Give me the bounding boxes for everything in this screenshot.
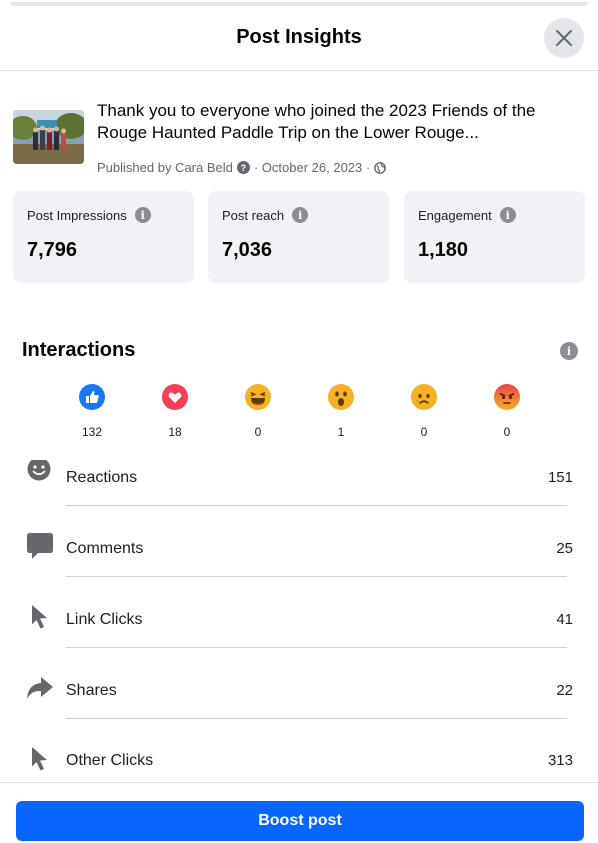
reaction-count: 18 xyxy=(168,425,182,439)
cursor-icon xyxy=(32,747,47,771)
row-label: Other Clicks xyxy=(66,752,154,769)
reaction-sad: 0 xyxy=(409,384,439,439)
reaction-wow: 1 xyxy=(326,384,356,439)
metric-card-impressions: Post Impressions i 7,796 xyxy=(13,191,194,283)
cursor-icon xyxy=(32,605,47,629)
wow-icon xyxy=(328,384,354,410)
row-label: Shares xyxy=(66,682,117,699)
row-label: Link Clicks xyxy=(66,611,143,628)
dialog-header: Post Insights xyxy=(0,6,598,71)
metric-value: 1,180 xyxy=(418,239,469,261)
dialog-title: Post Insights xyxy=(236,26,362,48)
row-value: 25 xyxy=(556,540,573,557)
post-thumbnail xyxy=(13,110,84,164)
divider xyxy=(66,505,567,506)
reaction-count: 0 xyxy=(254,425,262,439)
close-icon xyxy=(556,30,572,46)
metric-label: Engagement xyxy=(418,207,492,223)
love-icon xyxy=(162,384,188,410)
post-text: Thank you to everyone who joined the 202… xyxy=(97,101,536,142)
row-shares: Shares 22 xyxy=(0,653,598,723)
row-value: 22 xyxy=(556,682,573,699)
post-author: Published by Cara Beld xyxy=(97,160,233,175)
reaction-like: 132 xyxy=(77,384,107,439)
question-icon[interactable]: ? xyxy=(236,161,250,174)
info-icon[interactable]: i xyxy=(499,207,516,223)
row-comments: Comments 25 xyxy=(0,511,598,581)
metric-value: 7,796 xyxy=(27,239,78,261)
divider xyxy=(66,718,567,719)
like-icon xyxy=(79,384,105,410)
reaction-haha: 0 xyxy=(243,384,273,439)
info-icon[interactable]: i xyxy=(560,342,578,360)
info-icon[interactable]: i xyxy=(134,207,151,223)
share-icon xyxy=(27,677,53,699)
row-value: 151 xyxy=(547,469,573,486)
globe-icon xyxy=(374,161,387,174)
interactions-title: Interactions xyxy=(22,339,136,361)
haha-icon xyxy=(245,384,271,410)
info-icon[interactable]: i xyxy=(292,207,309,223)
row-link-clicks: Link Clicks 41 xyxy=(0,582,598,652)
divider xyxy=(66,576,567,577)
close-button[interactable] xyxy=(544,18,584,58)
divider xyxy=(66,647,567,648)
post-summary[interactable]: Thank you to everyone who joined the 202… xyxy=(13,100,585,180)
row-reactions: Reactions 151 xyxy=(0,440,598,510)
comment-icon xyxy=(27,533,53,559)
boost-post-button[interactable]: Boost post xyxy=(16,801,584,841)
metric-card-reach: Post reach i 7,036 xyxy=(208,191,389,283)
row-label: Comments xyxy=(66,540,144,557)
metric-value: 7,036 xyxy=(222,239,273,261)
dialog-footer: Boost post xyxy=(0,782,598,843)
post-date: · October 26, 2023 · xyxy=(253,160,371,175)
metric-card-engagement: Engagement i 1,180 xyxy=(404,191,585,283)
row-label: Reactions xyxy=(66,469,138,486)
reaction-angry: 0 xyxy=(492,384,522,439)
row-value: 41 xyxy=(556,611,573,628)
reaction-count: 0 xyxy=(503,425,511,439)
angry-icon xyxy=(494,384,520,410)
reaction-love: 18 xyxy=(160,384,190,439)
post-meta: Published by Cara Beld ? · October 26, 2… xyxy=(97,160,387,175)
reaction-count: 132 xyxy=(81,425,103,439)
reaction-count: 1 xyxy=(337,425,345,439)
smiley-icon xyxy=(27,460,51,481)
row-value: 313 xyxy=(547,752,573,769)
sad-icon xyxy=(411,384,437,410)
reaction-count: 0 xyxy=(420,425,428,439)
metric-label: Post reach xyxy=(222,207,285,223)
metric-label: Post Impressions xyxy=(27,207,127,223)
